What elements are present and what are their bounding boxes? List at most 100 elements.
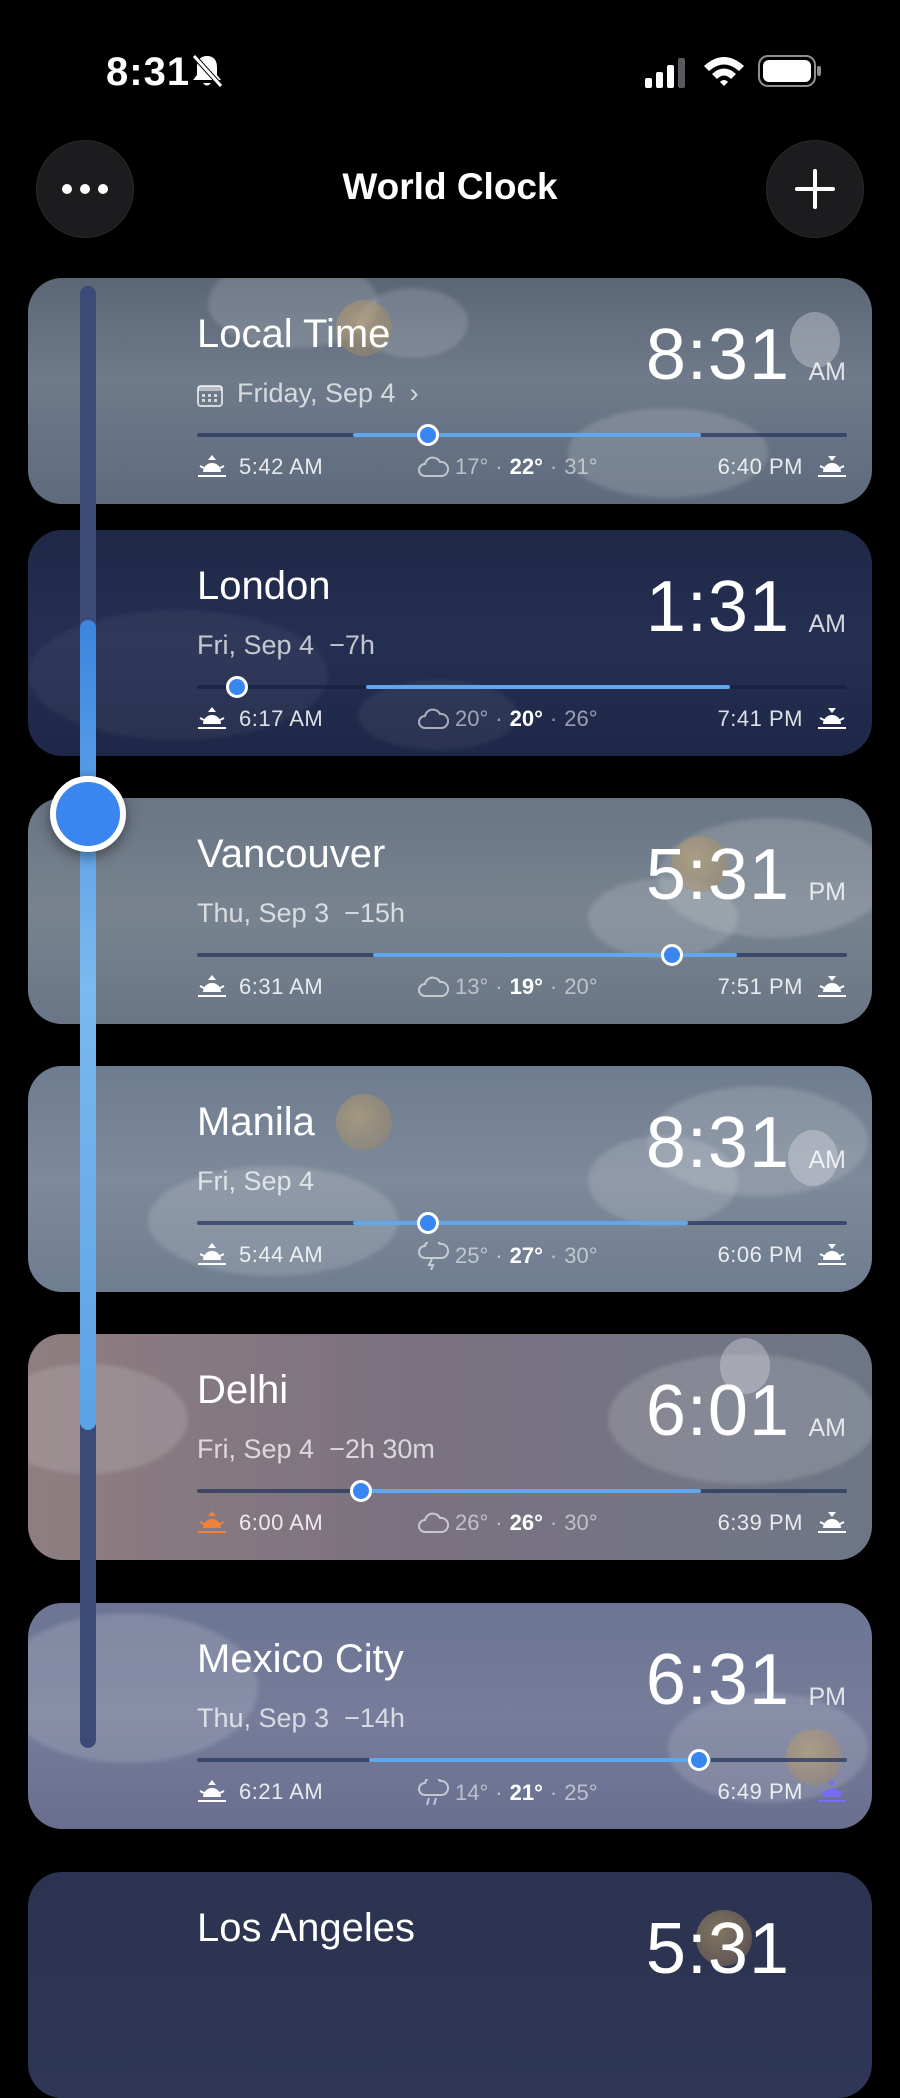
sunset-icon xyxy=(818,708,846,729)
date-offset: Thu, Sep 3 −15h xyxy=(197,898,405,929)
am-pm: PM xyxy=(808,878,847,906)
date-offset: Fri, Sep 4 −2h 30m xyxy=(197,1434,435,1465)
temp-now: 22° xyxy=(509,454,543,479)
sun-temp-row: 6:31 AM 13° · 19° · 20° 7:51 PM xyxy=(197,974,847,1010)
cloud-icon xyxy=(418,708,449,729)
sunrise: 6:17 AM xyxy=(197,706,323,732)
sunrise: 6:00 AM xyxy=(197,1510,323,1536)
clock-card-london[interactable]: London Fri, Sep 4 −7h 1:31 AM 6:17 AM 20… xyxy=(28,530,872,756)
temp-low: 25° xyxy=(455,1243,489,1268)
am-pm: AM xyxy=(808,1414,847,1442)
sunrise-icon xyxy=(198,975,226,997)
clock-card-local-time[interactable]: Local Time Friday, Sep 4 › 8:31 AM 5:42 A… xyxy=(28,278,872,504)
current-time-dot xyxy=(687,1749,710,1771)
sunrise-icon xyxy=(198,1780,226,1802)
temp-high: 30° xyxy=(564,1510,598,1535)
temp-now: 27° xyxy=(509,1243,543,1268)
clock-time: 6:01 xyxy=(645,1371,790,1451)
city-name: Los Angeles xyxy=(197,1906,415,1950)
temp-low: 20° xyxy=(455,706,489,731)
am-pm: AM xyxy=(808,358,847,386)
sunset-time: 6:49 PM xyxy=(717,1779,803,1804)
sunset-time: 6:40 PM xyxy=(717,454,803,479)
daylight-range xyxy=(353,433,701,437)
current-time-dot xyxy=(226,676,249,698)
temp-low: 17° xyxy=(455,454,489,479)
clock-card-vancouver[interactable]: Vancouver Thu, Sep 3 −15h 5:31 PM 6:31 A… xyxy=(28,798,872,1024)
date-text: Fri, Sep 4 xyxy=(197,1434,315,1464)
temp-high: 26° xyxy=(564,706,598,731)
time-scrubber-handle[interactable] xyxy=(50,776,126,852)
bell-slash-icon xyxy=(192,54,223,88)
temp-low: 26° xyxy=(455,1510,489,1535)
temp-low: 13° xyxy=(455,974,489,999)
date-text: Thu, Sep 3 xyxy=(197,1703,330,1733)
cloud-icon xyxy=(418,976,449,997)
am-pm: PM xyxy=(808,1683,847,1711)
sunrise: 6:31 AM xyxy=(197,974,323,1000)
clock-time: 1:31 xyxy=(645,567,790,647)
city-name: Delhi xyxy=(197,1368,289,1412)
date-text: Friday, Sep 4 xyxy=(237,378,396,408)
clock-time: 5:31 xyxy=(645,1909,790,1989)
temp-high: 31° xyxy=(564,454,598,479)
sunrise-time: 6:00 AM xyxy=(239,1510,324,1535)
daylight-track xyxy=(197,1212,847,1234)
clock-card-los-angeles[interactable]: Los Angeles 5:31 xyxy=(28,1872,872,2098)
rain-icon xyxy=(418,1779,449,1806)
thunderstorm-icon xyxy=(418,1242,449,1270)
clock-card-manila[interactable]: Manila Fri, Sep 4 8:31 AM 5:44 AM 25° · 27… xyxy=(28,1066,872,1292)
date-text: Thu, Sep 3 xyxy=(197,898,330,928)
sun-temp-row: 5:44 AM 25° · 27° · 30° 6:06 PM xyxy=(197,1242,847,1278)
current-time-dot xyxy=(416,1212,439,1234)
am-pm: AM xyxy=(808,1146,847,1174)
date-link[interactable]: Friday, Sep 4 › xyxy=(197,378,419,409)
sunset: 6:40 PM xyxy=(718,454,847,480)
current-time-dot xyxy=(349,1480,372,1502)
sunset-time: 7:41 PM xyxy=(717,706,803,731)
time-scrubber-fill xyxy=(80,620,96,1430)
wifi-icon xyxy=(704,57,744,86)
date-offset: Thu, Sep 3 −14h xyxy=(197,1703,405,1734)
sunset-icon xyxy=(818,976,846,997)
sunrise-icon xyxy=(198,1243,226,1265)
nav-header: World Clock xyxy=(0,140,900,240)
sunrise: 5:44 AM xyxy=(197,1242,323,1268)
battery-icon xyxy=(758,55,821,87)
temperatures: 13° · 19° · 20° xyxy=(417,974,598,1000)
add-city-button[interactable] xyxy=(766,140,864,238)
date-text: Fri, Sep 4 xyxy=(197,630,315,660)
sunset: 6:39 PM xyxy=(718,1510,847,1536)
clock-card-delhi[interactable]: Delhi Fri, Sep 4 −2h 30m 6:01 AM 6:00 AM… xyxy=(28,1334,872,1560)
city-name: Manila xyxy=(197,1100,315,1144)
clock-card-mexico-city[interactable]: Mexico City Thu, Sep 3 −14h 6:31 PM 6:21… xyxy=(28,1603,872,1829)
current-time-dot xyxy=(660,944,683,966)
page-title: World Clock xyxy=(342,166,558,207)
daylight-range xyxy=(359,1489,701,1493)
time-offset: −2h 30m xyxy=(329,1434,435,1464)
daylight-range xyxy=(366,685,730,689)
daylight-track xyxy=(197,1480,847,1502)
sunrise-icon xyxy=(198,455,226,477)
date-offset: Fri, Sep 4 xyxy=(197,1166,314,1197)
sunset-time: 6:06 PM xyxy=(717,1242,803,1267)
chevron-right-icon: › xyxy=(409,378,419,408)
sunrise: 6:21 AM xyxy=(197,1779,323,1805)
sunrise-time: 6:21 AM xyxy=(239,1779,324,1804)
temp-now: 21° xyxy=(509,1780,543,1805)
city-name: Local Time xyxy=(197,312,391,356)
date-text: Fri, Sep 4 xyxy=(197,1166,315,1196)
sunset: 6:06 PM xyxy=(718,1242,847,1268)
temperatures: 17° · 22° · 31° xyxy=(417,454,598,480)
time-offset: −15h xyxy=(344,898,405,928)
daylight-track xyxy=(197,944,847,966)
sun-temp-row: 6:17 AM 20° · 20° · 26° 7:41 PM xyxy=(197,706,847,742)
sun-temp-row: 6:21 AM 14° · 21° · 25° 6:49 PM xyxy=(197,1779,847,1815)
clock-time: 6:31 xyxy=(645,1640,790,1720)
sunset-icon xyxy=(818,1781,846,1802)
sunset-icon xyxy=(818,456,846,477)
city-name: Vancouver xyxy=(197,832,386,876)
temp-now: 26° xyxy=(509,1510,543,1535)
sunrise-time: 5:42 AM xyxy=(239,454,324,479)
temperatures: 26° · 26° · 30° xyxy=(417,1510,598,1536)
